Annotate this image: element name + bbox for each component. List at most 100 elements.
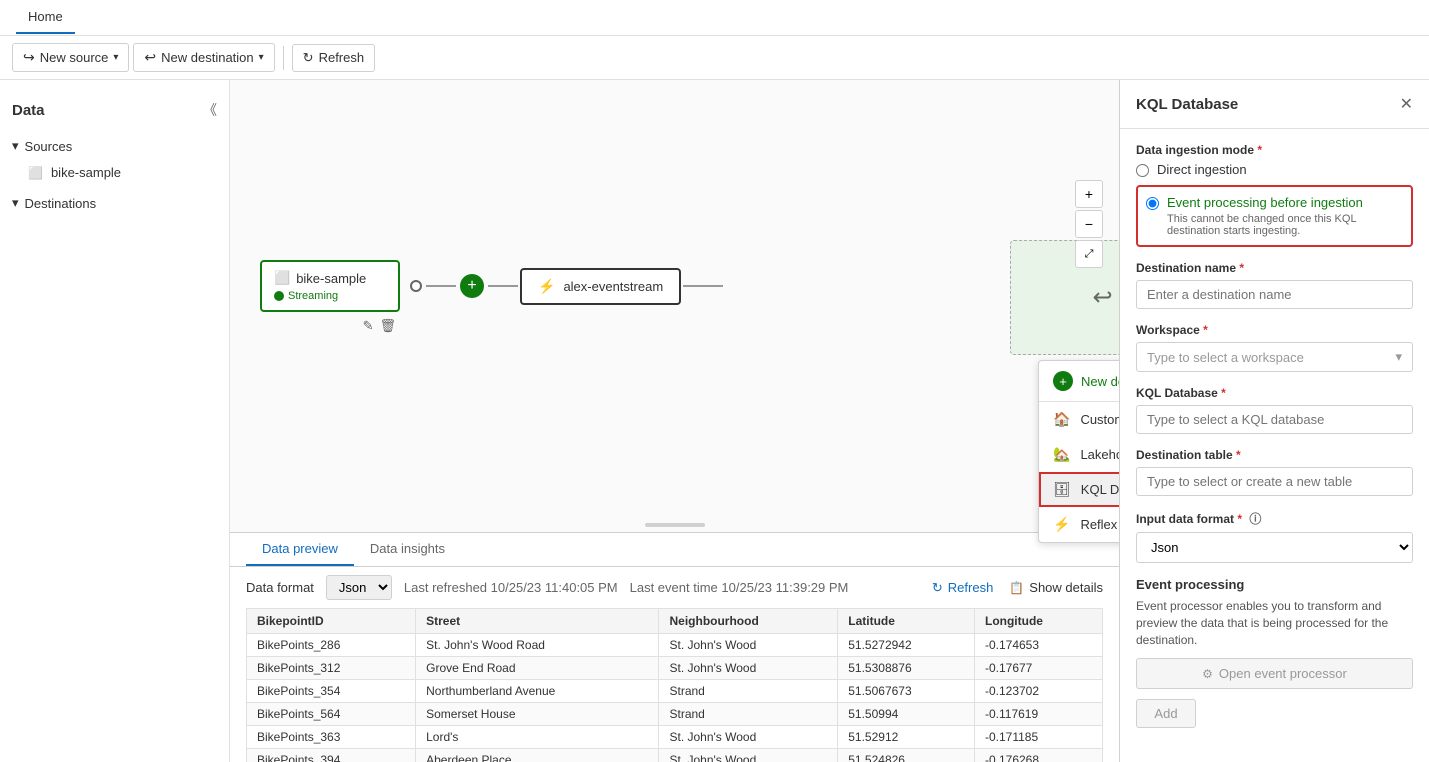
dropdown-item-custom-app[interactable]: 🏠 Custom App (1039, 402, 1119, 437)
table-row: BikePoints_394Aberdeen PlaceSt. John's W… (247, 749, 1103, 762)
input-format-label: Input data format * ⓘ (1136, 510, 1413, 527)
lakehouse-icon: 🏡 (1053, 446, 1070, 463)
chevron-right-icon: ▾ (12, 138, 19, 154)
dest-table-input[interactable] (1136, 467, 1413, 496)
event-processing-desc: Event processor enables you to transform… (1136, 598, 1413, 648)
refresh-bottom-button[interactable]: ↻ Refresh (932, 580, 993, 596)
bottom-panel: Data preview Data insights Data format J… (230, 532, 1119, 762)
scroll-indicator (645, 523, 705, 527)
right-panel-header: KQL Database ✕ (1120, 80, 1429, 129)
arrow-line1 (426, 285, 456, 287)
sidebar-item-bike-sample[interactable]: ⬜ bike-sample (0, 160, 229, 185)
tab-bar: Home (0, 0, 1429, 36)
sidebar-destinations-section: ▾ Destinations (0, 189, 229, 217)
main-layout: Data 《 ▾ Sources ⬜ bike-sample ▾ Destina… (0, 80, 1429, 762)
sidebar-sources-section: ▾ Sources ⬜ bike-sample (0, 132, 229, 185)
radio-event-note: This cannot be changed once this KQL des… (1167, 213, 1403, 237)
canvas-area[interactable]: ⬜ bike-sample Streaming ✎ 🗑 + (230, 80, 1119, 762)
kql-database-icon: 🗄 (1053, 481, 1071, 498)
radio-event-input[interactable] (1146, 197, 1159, 210)
workspace-dropdown[interactable]: Type to select a workspace ▾ (1136, 342, 1413, 372)
show-details-button[interactable]: 📋 Show details (1009, 580, 1103, 595)
delete-icon[interactable]: 🗑 (379, 318, 396, 334)
table-cell: BikePoints_394 (247, 749, 416, 762)
sidebar: Data 《 ▾ Sources ⬜ bike-sample ▾ Destina… (0, 80, 230, 762)
data-table: BikepointID Street Neighbourhood Latitud… (246, 608, 1103, 762)
chevron-right-icon2: ▾ (12, 195, 19, 211)
radio-group: Direct ingestion Event processing before… (1136, 162, 1413, 247)
source-node: ⬜ bike-sample Streaming (260, 260, 400, 312)
dest-table-section: Destination table * (1136, 448, 1413, 496)
tab-data-insights[interactable]: Data insights (354, 533, 461, 566)
new-source-button[interactable]: ↪ New source ▾ (12, 43, 129, 72)
table-cell: 51.5067673 (838, 680, 975, 703)
edit-icon[interactable]: ✎ (363, 318, 374, 334)
collapse-button[interactable]: 《 (203, 100, 217, 120)
table-row: BikePoints_354Northumberland AvenueStran… (247, 680, 1103, 703)
new-destination-dropdown: + New destination ▲ 🏠 Custom App 🏡 Lakeh… (1038, 360, 1119, 543)
col-bikepointid: BikepointID (247, 609, 416, 634)
toolbar: ↪ New source ▾ ↩ New destination ▾ ↻ Ref… (0, 36, 1429, 80)
reflex-icon: ⚡ (1053, 516, 1070, 533)
add-node-button[interactable]: + (460, 274, 484, 298)
close-button[interactable]: ✕ (1400, 94, 1413, 114)
workspace-section: Workspace * Type to select a workspace ▾ (1136, 323, 1413, 372)
dropdown-item-kql-database[interactable]: 🗄 KQL Database (1039, 472, 1119, 507)
source-node-status: Streaming (274, 290, 386, 302)
fit-view-button[interactable]: ⤢ (1075, 240, 1103, 268)
source-node-icon: ⬜ (274, 270, 290, 286)
radio-event-processing: Event processing before ingestion This c… (1146, 195, 1403, 237)
new-destination-button[interactable]: ↩ New destination ▾ (133, 43, 274, 72)
radio-direct-input[interactable] (1136, 164, 1149, 177)
col-neighbourhood: Neighbourhood (659, 609, 838, 634)
zoom-in-button[interactable]: + (1075, 180, 1103, 208)
table-cell: 51.52912 (838, 726, 975, 749)
refresh-bottom-icon: ↻ (932, 580, 943, 596)
event-processing-section: Event processing Event processor enables… (1136, 577, 1413, 689)
required-marker: * (1257, 143, 1262, 157)
input-format-select[interactable]: Json (1136, 532, 1413, 563)
bottom-toolbar: Data format Json Last refreshed 10/25/23… (230, 567, 1119, 608)
chevron-down-icon-dest: ▾ (259, 52, 264, 63)
add-button[interactable]: Add (1136, 699, 1196, 728)
table-cell: Strand (659, 703, 838, 726)
source-icon: ↪ (23, 49, 35, 66)
destination-icon: ↩ (144, 49, 156, 66)
table-cell: Grove End Road (416, 657, 659, 680)
kql-db-input[interactable] (1136, 405, 1413, 434)
tab-data-preview[interactable]: Data preview (246, 533, 354, 566)
bottom-toolbar-right: ↻ Refresh 📋 Show details (932, 580, 1103, 596)
source-file-icon: ⬜ (28, 166, 43, 180)
table-cell: St. John's Wood (659, 634, 838, 657)
dropdown-item-reflex[interactable]: ⚡ Reflex (1039, 507, 1119, 542)
table-row: BikePoints_564Somerset HouseStrand51.509… (247, 703, 1103, 726)
format-select[interactable]: Json (326, 575, 392, 600)
sidebar-sources-header[interactable]: ▾ Sources (0, 132, 229, 160)
col-latitude: Latitude (838, 609, 975, 634)
table-cell: BikePoints_363 (247, 726, 416, 749)
event-processor-icon: ⚙ (1202, 667, 1213, 681)
last-refreshed-label: Last refreshed 10/25/23 11:40:05 PM (404, 580, 618, 595)
ingestion-mode-label: Data ingestion mode * (1136, 143, 1413, 157)
radio-direct: Direct ingestion (1136, 162, 1413, 177)
input-format-section: Input data format * ⓘ Json (1136, 510, 1413, 563)
dropdown-item-lakehouse[interactable]: 🏡 Lakehouse (1039, 437, 1119, 472)
last-event-label: Last event time 10/25/23 11:39:29 PM (630, 580, 849, 595)
sidebar-destinations-header[interactable]: ▾ Destinations (0, 189, 229, 217)
workspace-chevron-icon: ▾ (1395, 349, 1402, 365)
event-processing-title: Event processing (1136, 577, 1413, 592)
zoom-out-button[interactable]: − (1075, 210, 1103, 238)
right-panel-title: KQL Database (1136, 96, 1238, 113)
table-cell: -0.117619 (974, 703, 1102, 726)
refresh-button[interactable]: ↻ Refresh (292, 44, 375, 72)
table-cell: -0.174653 (974, 634, 1102, 657)
data-table-container: BikepointID Street Neighbourhood Latitud… (230, 608, 1119, 762)
table-cell: -0.171185 (974, 726, 1102, 749)
table-cell: St. John's Wood (659, 749, 838, 762)
eventstream-node: ⚡ alex-eventstream (520, 268, 681, 305)
tab-home[interactable]: Home (16, 1, 75, 34)
new-dest-plus-icon: + (1053, 371, 1073, 391)
open-event-processor-button[interactable]: ⚙ Open event processor (1136, 658, 1413, 689)
dest-name-input[interactable] (1136, 280, 1413, 309)
connector-circle (410, 280, 422, 292)
